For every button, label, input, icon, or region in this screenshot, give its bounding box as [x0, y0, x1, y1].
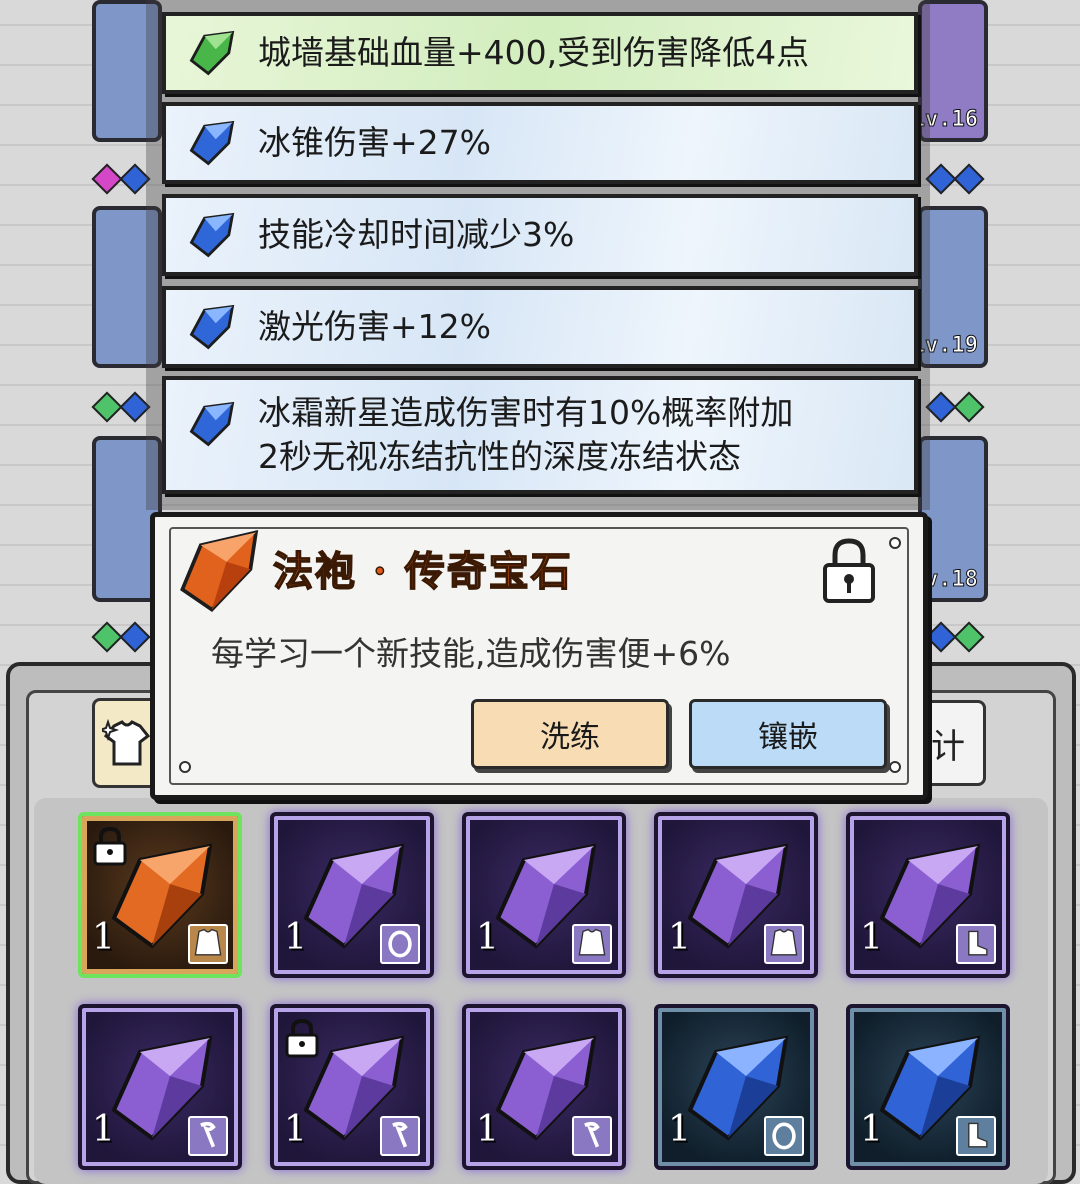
affix-text: 激光伤害+12%: [258, 307, 491, 346]
robe-slot-icon: [764, 924, 804, 964]
wash-button[interactable]: 洗练: [471, 699, 669, 769]
blue-gem-icon: [189, 304, 235, 350]
inventory-slot[interactable]: 1: [846, 1004, 1010, 1170]
socket-row-left-2: [91, 391, 151, 423]
blue-gem-icon: [925, 621, 957, 653]
inventory-slot[interactable]: 1: [846, 812, 1010, 978]
blue-gem-icon: [953, 163, 985, 195]
gem-count: 1: [284, 1109, 307, 1150]
ring-slot-icon: [764, 1116, 804, 1156]
green-gem-icon: [189, 30, 235, 76]
socket-row-right-2: [925, 391, 985, 423]
affix-banner-1: 城墙基础血量+400,受到伤害降低4点: [162, 12, 918, 94]
inventory-slot[interactable]: 1: [270, 812, 434, 978]
affix-banner-3: 技能冷却时间减少3%: [162, 194, 918, 276]
gem-count: 1: [476, 1109, 499, 1150]
corner-rivet: [889, 537, 901, 549]
affix-text: 技能冷却时间减少3%: [258, 215, 575, 254]
socket-row-right-1: [925, 163, 985, 195]
pink-gem-icon: [91, 163, 123, 195]
affix-text: 城墙基础血量+400,受到伤害降低4点: [258, 33, 810, 72]
gem-count: 1: [860, 1109, 883, 1150]
blue-gem-icon: [189, 120, 235, 166]
inventory-slot[interactable]: 1: [270, 1004, 434, 1170]
boots-slot-icon: [956, 1116, 996, 1156]
gem-count: 1: [860, 917, 883, 958]
blue-gem-icon: [189, 212, 235, 258]
staff-slot-icon: [380, 1116, 420, 1156]
green-gem-icon: [91, 391, 123, 423]
green-gem-icon: [953, 621, 985, 653]
inventory-slot[interactable]: 1: [654, 812, 818, 978]
ring-slot-icon: [380, 924, 420, 964]
inventory-slot[interactable]: 1: [462, 812, 626, 978]
staff-slot-icon: [572, 1116, 612, 1156]
green-gem-icon: [953, 391, 985, 423]
socket-row-right-3: [925, 621, 985, 653]
shirt-icon: [102, 718, 151, 766]
blue-gem-icon: [119, 621, 151, 653]
affix-text: 冰锥伤害+27%: [258, 123, 491, 162]
staff-slot-icon: [188, 1116, 228, 1156]
corner-rivet: [889, 761, 901, 773]
blue-gem-icon: [925, 163, 957, 195]
affix-text-line2: 2秒无视冻结抗性的深度冻结状态: [258, 437, 741, 476]
gem-count: 1: [476, 917, 499, 958]
green-gem-icon: [91, 621, 123, 653]
inventory-slot[interactable]: 1: [78, 1004, 242, 1170]
robe-slot-icon: [188, 924, 228, 964]
socket-row-left-1: [91, 163, 151, 195]
inlay-button-label: 镶嵌: [758, 720, 818, 755]
wash-button-label: 洗练: [540, 720, 600, 755]
corner-rivet: [179, 761, 191, 773]
inlay-button[interactable]: 镶嵌: [689, 699, 887, 769]
orange-gem-icon: [180, 529, 259, 613]
popup-title: 法袍 · 传奇宝石: [272, 547, 573, 596]
tab-right-label: 计: [931, 726, 965, 767]
gem-count: 1: [668, 1109, 691, 1150]
lock-icon: [285, 1018, 319, 1058]
socket-row-left-3: [91, 621, 151, 653]
blue-gem-icon: [189, 401, 235, 447]
lock-icon: [93, 826, 127, 866]
blue-gem-icon: [925, 391, 957, 423]
affix-banner-5: 冰霜新星造成伤害时有10%概率附加 2秒无视冻结抗性的深度冻结状态: [162, 376, 918, 494]
inventory-slot[interactable]: 1: [654, 1004, 818, 1170]
boots-slot-icon: [956, 924, 996, 964]
affix-banner-4: 激光伤害+12%: [162, 286, 918, 368]
lock-icon[interactable]: [821, 537, 877, 605]
gem-detail-popup: 法袍 · 传奇宝石 每学习一个新技能,造成伤害便+6% 洗练 镶嵌: [150, 512, 928, 800]
gem-count: 1: [92, 1109, 115, 1150]
robe-slot-icon: [572, 924, 612, 964]
gem-count: 1: [92, 917, 115, 958]
inventory-slot[interactable]: 1: [462, 1004, 626, 1170]
inventory-slot[interactable]: 1: [78, 812, 242, 978]
gem-count: 1: [668, 917, 691, 958]
popup-description: 每学习一个新技能,造成伤害便+6%: [211, 634, 731, 673]
affix-banner-2: 冰锥伤害+27%: [162, 102, 918, 184]
affix-text-line1: 冰霜新星造成伤害时有10%概率附加: [258, 393, 794, 432]
gem-count: 1: [284, 917, 307, 958]
